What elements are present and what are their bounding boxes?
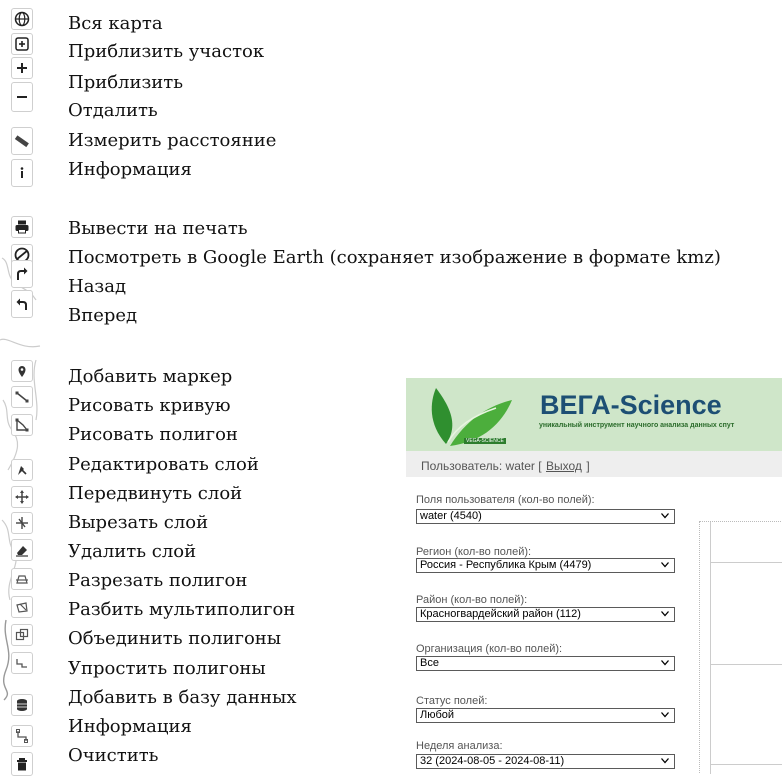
legend-item: Очистить [68, 745, 159, 766]
merge-polygons-icon[interactable] [11, 624, 33, 646]
chevron-down-icon [661, 611, 669, 617]
legend-item: Объединить полигоны [68, 628, 282, 649]
user-label: Пользователь: water [ [421, 459, 542, 473]
week-label: Неделя анализа: [416, 740, 503, 752]
legend-item: Информация [68, 716, 192, 737]
zoom-area-icon[interactable] [11, 33, 33, 55]
map-toolbar [0, 0, 42, 776]
ruler-icon[interactable] [11, 127, 33, 155]
legend-item: Посмотреть в Google Earth (сохраняет изо… [68, 247, 721, 268]
status-select[interactable]: Любой [416, 708, 675, 723]
legend-item: Рисовать полигон [68, 424, 238, 445]
legend-item: Удалить слой [68, 541, 197, 562]
logo-caption: VEGA-SCIENCE [464, 438, 506, 444]
region-select[interactable]: Россия - Республика Крым (4479) [416, 558, 675, 573]
user-fields-label: Поля пользователя (кол-во полей): [416, 494, 595, 506]
user-suffix: ] [586, 459, 590, 473]
database-icon[interactable] [11, 694, 33, 716]
week-select[interactable]: 32 (2024-08-05 - 2024-08-11) [416, 754, 675, 769]
move-layer-icon[interactable] [11, 486, 33, 508]
app-screenshot: VEGA-SCIENCE ВЕГА-Science уникальный инс… [406, 378, 782, 774]
brand-title: ВЕГА-Science [540, 390, 722, 420]
district-label: Район (кол-во полей): [416, 594, 528, 606]
info-icon[interactable] [11, 159, 33, 187]
legend-item: Вперед [68, 305, 138, 326]
zoom-in-icon[interactable] [11, 57, 33, 79]
delete-layer-icon[interactable] [11, 539, 33, 561]
polyline-icon[interactable] [11, 386, 33, 408]
organization-select[interactable]: Все [416, 656, 675, 671]
chevron-down-icon [661, 758, 669, 764]
chevron-down-icon [661, 562, 669, 568]
legend-item: Назад [68, 276, 127, 297]
status-label: Статус полей: [416, 695, 488, 707]
user-bar: Пользователь: water [ Выход ] [406, 451, 782, 477]
legend-item: Рисовать кривую [68, 395, 231, 416]
legend-item: Отдалить [68, 100, 158, 121]
legend-item: Передвинуть слой [68, 483, 243, 504]
polygon-icon[interactable] [11, 414, 33, 436]
explode-multipolygon-icon[interactable] [11, 596, 33, 618]
clear-icon[interactable] [11, 752, 33, 776]
edit-layer-icon[interactable] [11, 459, 33, 481]
legend-item: Информация [68, 159, 192, 180]
legend-item: Упростить полигоны [68, 658, 266, 679]
chevron-down-icon [661, 513, 669, 519]
chevron-down-icon [661, 712, 669, 718]
logout-link[interactable]: Выход [546, 459, 582, 473]
region-label: Регион (кол-во полей): [416, 546, 532, 558]
simplify-polygons-icon[interactable] [11, 652, 33, 674]
print-icon[interactable] [11, 216, 33, 238]
legend-item: Приблизить участок [68, 41, 265, 62]
back-icon[interactable] [11, 260, 33, 288]
district-select[interactable]: Красногвардейский район (112) [416, 607, 675, 622]
chevron-down-icon [661, 660, 669, 666]
legend-item: Измерить расстояние [68, 130, 277, 151]
marker-icon[interactable] [11, 360, 33, 382]
legend-item: Разрезать полигон [68, 570, 248, 591]
header-banner: VEGA-SCIENCE ВЕГА-Science уникальный инс… [406, 378, 782, 451]
user-fields-select[interactable]: water (4540) [416, 509, 675, 524]
zoom-out-icon[interactable] [11, 82, 33, 112]
info-icon-2[interactable] [11, 725, 33, 747]
split-polygon-icon[interactable] [11, 568, 33, 590]
legend-item: Приблизить [68, 72, 184, 93]
chart-frame [699, 521, 782, 774]
legend-item: Вся карта [68, 13, 163, 34]
organization-label: Организация (кол-во полей): [416, 643, 563, 655]
legend-item: Разбить мультиполигон [68, 599, 296, 620]
brand-tagline: уникальный инструмент научного анализа д… [539, 422, 735, 429]
legend-item: Редактировать слой [68, 454, 259, 475]
globe-icon[interactable] [11, 8, 33, 30]
forward-icon[interactable] [11, 290, 33, 318]
legend-item: Вырезать слой [68, 512, 209, 533]
cut-layer-icon[interactable] [11, 512, 33, 534]
legend-item: Добавить маркер [68, 366, 233, 387]
legend-item: Вывести на печать [68, 218, 248, 239]
legend-item: Добавить в базу данных [68, 687, 297, 708]
